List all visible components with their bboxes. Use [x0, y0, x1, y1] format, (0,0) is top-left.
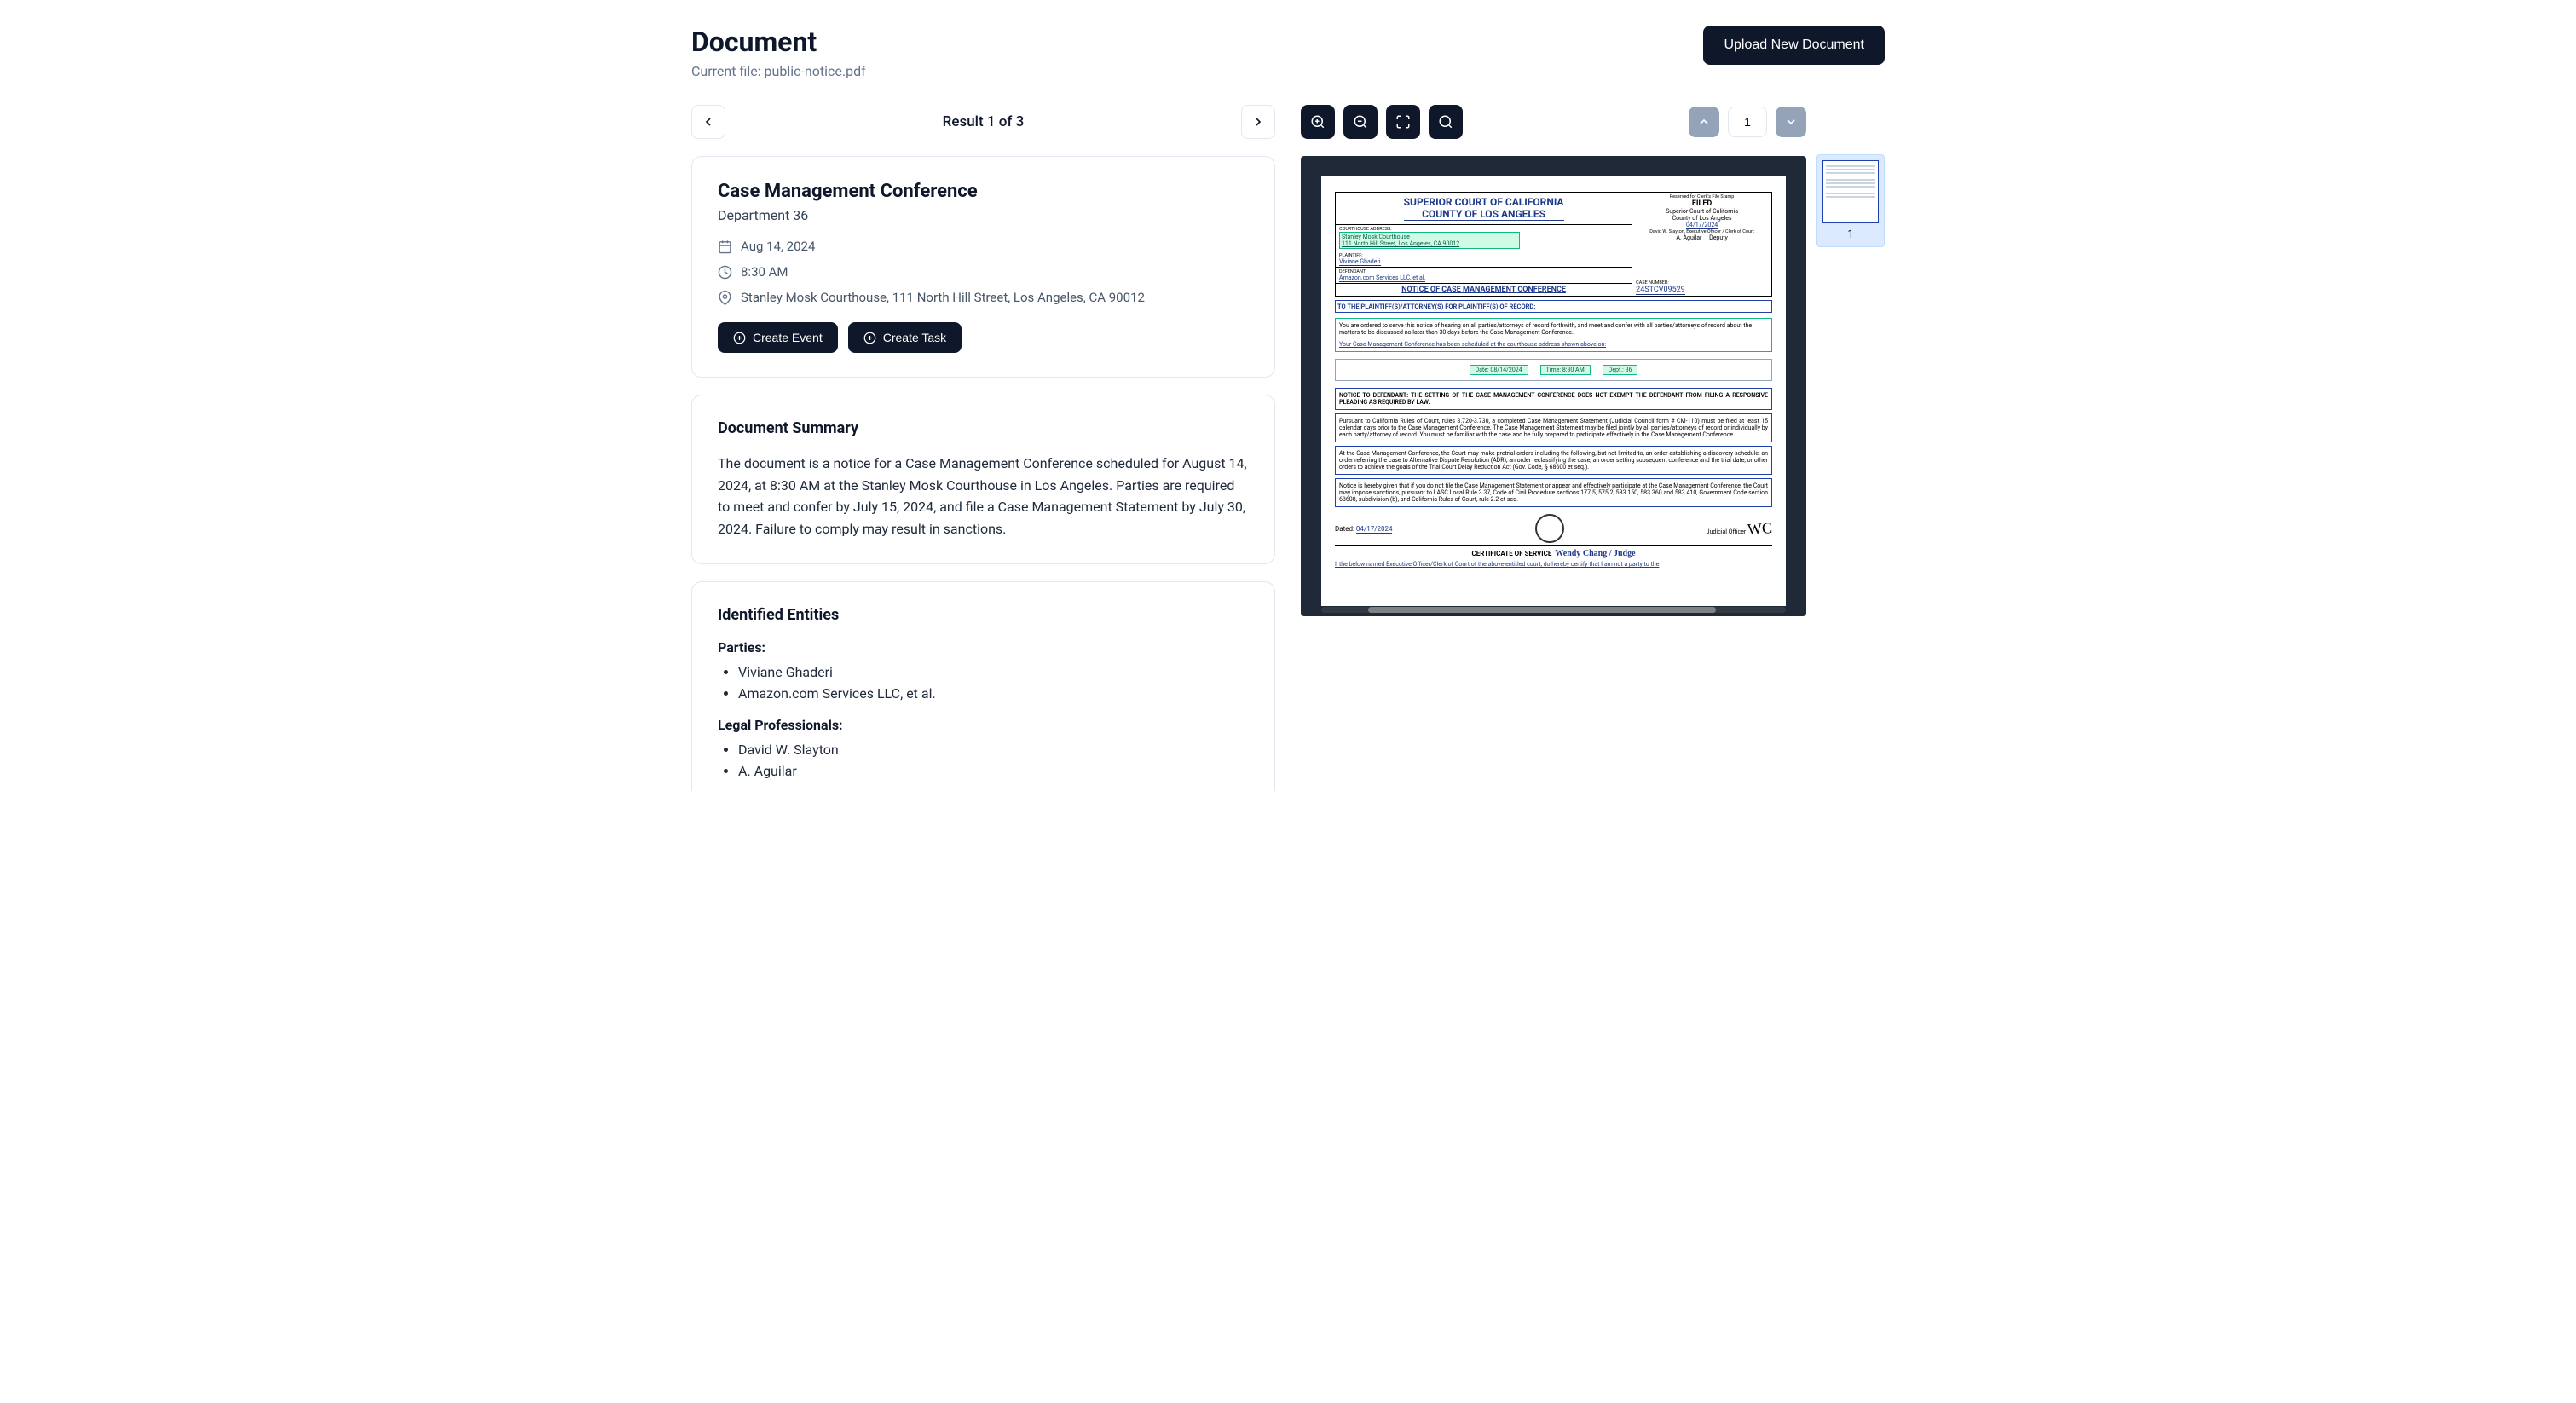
entity-item: A. Aguilar [738, 763, 1249, 779]
court-seal-icon [1535, 514, 1564, 543]
create-event-button[interactable]: Create Event [718, 322, 838, 353]
results-nav: Result 1 of 3 [691, 105, 1275, 139]
zoom-out-button[interactable] [1343, 105, 1378, 139]
next-result-button[interactable] [1241, 105, 1275, 139]
page-thumbnail-1[interactable]: 1 [1816, 154, 1885, 247]
signature-icon: WC [1747, 519, 1772, 539]
thumbnail-panel: 1 [1816, 154, 1885, 808]
notice-title: NOTICE OF CASE MANAGEMENT CONFERENCE [1336, 284, 1632, 297]
prev-result-button[interactable] [691, 105, 725, 139]
order-box: You are ordered to serve this notice of … [1335, 318, 1772, 352]
horizontal-scrollbar[interactable] [1321, 607, 1786, 613]
clock-icon [718, 265, 732, 280]
chevron-right-icon [1251, 115, 1265, 129]
doc-court-name: SUPERIOR COURT OF CALIFORNIACOUNTY OF LO… [1404, 196, 1564, 221]
upload-document-button[interactable]: Upload New Document [1703, 26, 1885, 65]
event-date: Aug 14, 2024 [741, 239, 815, 254]
document-page: SUPERIOR COURT OF CALIFORNIACOUNTY OF LO… [1321, 176, 1786, 606]
event-location: Stanley Mosk Courthouse, 111 North Hill … [741, 290, 1145, 305]
plus-circle-icon [863, 332, 876, 344]
summary-body: The document is a notice for a Case Mana… [718, 453, 1249, 540]
filed-stamp: FILED [1636, 199, 1768, 208]
event-location-row: Stanley Mosk Courthouse, 111 North Hill … [718, 290, 1249, 305]
search-icon [1438, 114, 1453, 130]
event-subtitle: Department 36 [718, 207, 1249, 223]
event-date-row: Aug 14, 2024 [718, 239, 1249, 254]
event-title: Case Management Conference [718, 181, 1249, 202]
event-time: 8:30 AM [741, 264, 788, 280]
hearing-details: Date: 08/14/2024 Time: 8:30 AM Dept.: 36 [1335, 359, 1772, 381]
page-number-input[interactable] [1728, 107, 1767, 137]
zoom-out-icon [1353, 114, 1368, 130]
plus-circle-icon [733, 332, 746, 344]
entities-title: Identified Entities [718, 606, 1249, 624]
calendar-icon [718, 240, 732, 254]
chevron-down-icon [1784, 115, 1798, 129]
location-icon [718, 291, 732, 305]
header-row: Document Current file: public-notice.pdf… [691, 26, 1885, 79]
zoom-in-icon [1310, 114, 1326, 130]
search-button[interactable] [1429, 105, 1463, 139]
prev-page-button[interactable] [1689, 107, 1719, 137]
document-preview[interactable]: SUPERIOR COURT OF CALIFORNIACOUNTY OF LO… [1301, 156, 1806, 616]
entity-group-label: Legal Professionals: [718, 717, 1249, 733]
next-page-button[interactable] [1776, 107, 1806, 137]
event-card: Case Management Conference Department 36… [691, 156, 1275, 378]
current-file-label: Current file: public-notice.pdf [691, 63, 866, 79]
entities-card: Identified Entities Parties: Viviane Ghad… [691, 581, 1275, 791]
create-task-button[interactable]: Create Task [848, 322, 962, 353]
page-title: Document [691, 26, 866, 58]
viewer-toolbar [1301, 105, 1806, 139]
expand-icon [1395, 114, 1411, 130]
entity-group-label: Parties: [718, 639, 1249, 655]
entity-item: Viviane Ghaderi [738, 664, 1249, 680]
fullscreen-button[interactable] [1386, 105, 1420, 139]
summary-title: Document Summary [718, 419, 1249, 437]
summary-card: Document Summary The document is a notic… [691, 395, 1275, 564]
zoom-in-button[interactable] [1301, 105, 1335, 139]
case-number: 24STCV09529 [1636, 286, 1685, 295]
result-counter: Result 1 of 3 [943, 113, 1025, 130]
chevron-up-icon [1697, 115, 1711, 129]
thumbnail-page-number: 1 [1822, 228, 1879, 241]
entity-item: Amazon.com Services LLC, et al. [738, 685, 1249, 702]
event-time-row: 8:30 AM [718, 264, 1249, 280]
chevron-left-icon [702, 115, 715, 129]
signature-row: Dated: 04/17/2024 Judicial Officer WC [1335, 514, 1772, 546]
entity-item: David W. Slayton [738, 742, 1249, 758]
